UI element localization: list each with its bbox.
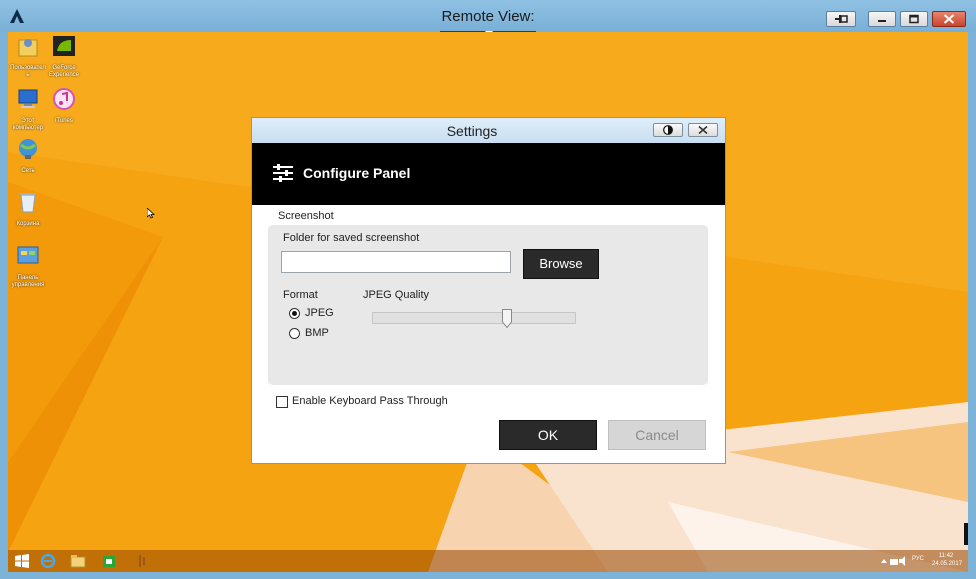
restore-button[interactable] bbox=[900, 11, 928, 27]
format-bmp-label[interactable]: BMP bbox=[305, 327, 329, 339]
keyboard-passthrough-label[interactable]: Enable Keyboard Pass Through bbox=[292, 395, 448, 407]
theme-toggle-button[interactable] bbox=[653, 123, 683, 137]
pin-icon bbox=[835, 15, 848, 23]
contrast-icon bbox=[663, 125, 673, 135]
desktop-icon-user[interactable]: Пользовател ь bbox=[8, 34, 48, 79]
user-folder-icon bbox=[18, 39, 38, 57]
control-panel-icon bbox=[17, 246, 39, 264]
start-icon[interactable] bbox=[14, 553, 30, 569]
tray-language[interactable]: РУС bbox=[912, 556, 924, 562]
itunes-icon bbox=[53, 88, 75, 110]
dialog-titlebar[interactable]: Settings bbox=[252, 118, 725, 143]
scroll-indicator bbox=[964, 523, 968, 545]
desktop-icon-label: Корзина bbox=[16, 221, 40, 227]
file-explorer-icon[interactable] bbox=[70, 553, 86, 569]
desktop-icon-itunes[interactable]: iTunes bbox=[44, 87, 84, 125]
dialog-banner: Configure Panel bbox=[252, 143, 725, 205]
app-icon[interactable] bbox=[134, 553, 150, 569]
network-icon bbox=[19, 139, 37, 159]
dialog-title: Settings bbox=[446, 123, 498, 139]
mouse-cursor-icon bbox=[147, 208, 155, 219]
pin-button[interactable] bbox=[826, 11, 856, 27]
desktop-icon-recycle-bin[interactable]: Корзина bbox=[8, 190, 48, 228]
radio-selected-dot bbox=[292, 311, 297, 316]
close-icon bbox=[698, 126, 708, 134]
folder-label: Folder for saved screenshot bbox=[283, 232, 420, 244]
close-button[interactable] bbox=[932, 11, 966, 27]
screenshot-panel bbox=[268, 225, 708, 385]
computer-icon bbox=[18, 89, 38, 108]
minimize-button[interactable] bbox=[868, 11, 896, 27]
tray-clock[interactable]: 11:42 24.05.2017 bbox=[932, 552, 963, 568]
desktop-icon-label: Этот компьютер bbox=[12, 118, 44, 131]
desktop-icon-label: Сеть bbox=[21, 168, 35, 174]
settings-dialog: Settings Configure Panel Screenshot Fold… bbox=[251, 117, 726, 464]
desktop-icon-label: iTunes bbox=[55, 118, 73, 124]
folder-path-input[interactable] bbox=[281, 251, 511, 273]
restore-icon bbox=[909, 14, 919, 24]
window-titlebar[interactable]: Remote View: bbox=[0, 0, 976, 32]
slider-thumb[interactable] bbox=[501, 309, 512, 328]
volume-icon[interactable] bbox=[896, 553, 912, 569]
sliders-icon bbox=[273, 164, 293, 182]
minimize-icon bbox=[878, 20, 886, 22]
keyboard-passthrough-checkbox[interactable] bbox=[276, 396, 288, 408]
browse-button[interactable]: Browse bbox=[523, 249, 599, 279]
nvidia-icon bbox=[53, 36, 75, 56]
screenshot-section-label: Screenshot bbox=[278, 210, 334, 222]
desktop-icon-label: GeForce Experience bbox=[48, 65, 80, 78]
format-jpeg-radio[interactable] bbox=[289, 308, 300, 319]
store-icon[interactable] bbox=[101, 553, 117, 569]
format-jpeg-label[interactable]: JPEG bbox=[305, 307, 334, 319]
jpeg-quality-label: JPEG Quality bbox=[363, 289, 430, 301]
recycle-bin-icon bbox=[20, 193, 36, 213]
jpeg-quality-slider[interactable] bbox=[372, 312, 576, 324]
desktop-icon-network[interactable]: Сеть bbox=[8, 137, 48, 175]
tray-time: 11:42 bbox=[938, 553, 954, 559]
desktop-icon-computer[interactable]: Этот компьютер bbox=[8, 87, 48, 132]
ok-button[interactable]: OK bbox=[499, 420, 597, 450]
cancel-button[interactable]: Cancel bbox=[608, 420, 706, 450]
format-bmp-radio[interactable] bbox=[289, 328, 300, 339]
dialog-close-button[interactable] bbox=[688, 123, 718, 137]
desktop-icon-label: Панель управления bbox=[11, 275, 45, 288]
format-label: Format bbox=[283, 289, 318, 301]
banner-title: Configure Panel bbox=[303, 165, 411, 181]
desktop-icon-label: Пользовател ь bbox=[10, 65, 46, 78]
desktop-icon-geforce[interactable]: GeForce Experience bbox=[44, 34, 84, 79]
close-icon bbox=[943, 14, 955, 24]
tray-date: 24.05.2017 bbox=[932, 561, 963, 567]
internet-explorer-icon[interactable] bbox=[40, 553, 56, 569]
desktop-icon-control-panel[interactable]: Панель управления bbox=[8, 244, 48, 289]
taskbar: РУС 11:42 24.05.2017 bbox=[8, 550, 968, 572]
